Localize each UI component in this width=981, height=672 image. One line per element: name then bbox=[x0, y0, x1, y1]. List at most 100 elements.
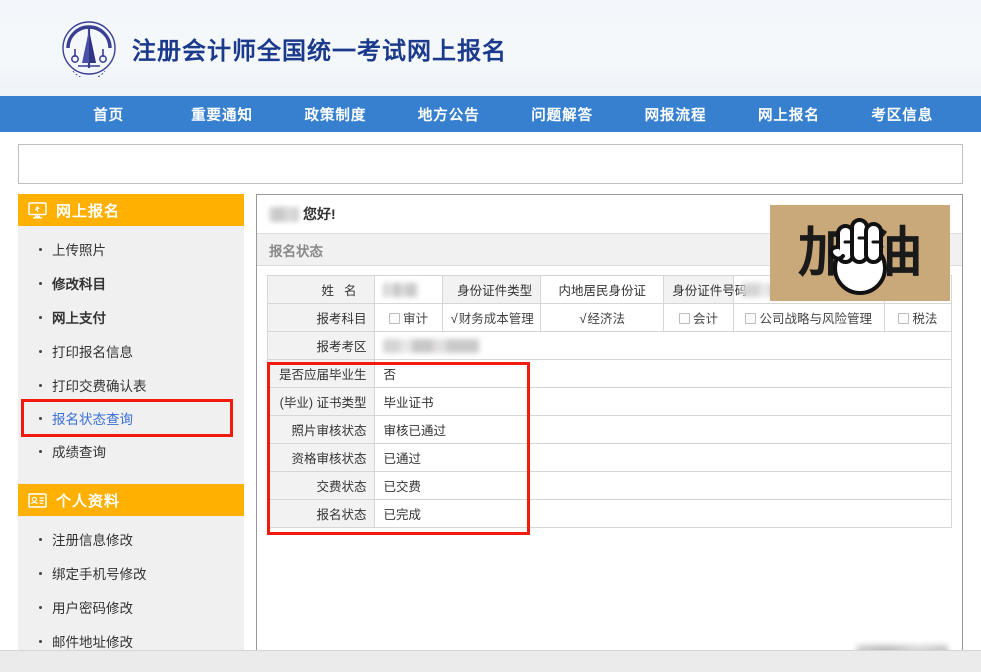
bullet-icon bbox=[39, 417, 42, 420]
redacted-name-value bbox=[383, 283, 417, 297]
subject-cell-corporate-strategy-risk[interactable]: 公司战略与风险管理 bbox=[733, 304, 884, 332]
sidebar-item-upload-photo[interactable]: 上传照片 bbox=[18, 232, 244, 266]
value-payment-status: 已交费 bbox=[375, 472, 952, 500]
bullet-icon bbox=[39, 282, 42, 285]
table-row-photo-review-status: 照片审核状态 审核已通过 bbox=[268, 416, 952, 444]
greeting-text: 您好! bbox=[303, 204, 336, 224]
bullet-icon bbox=[39, 640, 42, 643]
label-subjects: 报考科目 bbox=[268, 304, 375, 332]
label-registration-status: 报名状态 bbox=[268, 500, 375, 528]
bullet-icon bbox=[39, 350, 42, 353]
footer-strip bbox=[0, 650, 981, 672]
label-fresh-graduate: 是否应届毕业生 bbox=[268, 360, 375, 388]
sidebar-section-title: 个人资料 bbox=[56, 490, 120, 511]
nav-item-notices[interactable]: 重要通知 bbox=[165, 96, 278, 132]
check-mark-icon: √ bbox=[451, 311, 458, 326]
monitor-icon bbox=[28, 202, 47, 219]
sidebar-item-label: 绑定手机号修改 bbox=[52, 563, 147, 583]
sidebar-item-label: 修改科目 bbox=[52, 273, 106, 293]
sidebar-section-header-registration: 网上报名 bbox=[18, 194, 244, 226]
jiayou-sticker-overlay: 加油 bbox=[770, 205, 950, 301]
subject-cell-tax-law[interactable]: 税法 bbox=[884, 304, 951, 332]
nav-item-policies[interactable]: 政策制度 bbox=[279, 96, 392, 132]
sidebar-item-label: 打印交费确认表 bbox=[52, 375, 147, 395]
label-name: 姓名 bbox=[268, 276, 375, 304]
sidebar-item-label: 上传照片 bbox=[52, 239, 106, 259]
label-certificate-type: (毕业) 证书类型 bbox=[268, 388, 375, 416]
bullet-icon bbox=[39, 450, 42, 453]
bullet-icon bbox=[39, 248, 42, 251]
table-row-certificate-type: (毕业) 证书类型 毕业证书 bbox=[268, 388, 952, 416]
bullet-icon bbox=[39, 538, 42, 541]
sidebar: 网上报名 上传照片 修改科目 网上支付 打印报名信息 打印交费确认表 报名状态查… bbox=[18, 194, 244, 672]
label-qualification-review-status: 资格审核状态 bbox=[268, 444, 375, 472]
sidebar-divider bbox=[18, 472, 244, 484]
sidebar-item-label: 成绩查询 bbox=[52, 441, 106, 461]
page-title: 注册会计师全国统一考试网上报名 bbox=[132, 31, 507, 66]
sidebar-item-registration-status-query[interactable]: 报名状态查询 bbox=[24, 402, 230, 434]
registration-info-table: 姓名 身份证件类型 内地居民身份证 身份证件号码 bbox=[267, 275, 952, 528]
checkbox-unchecked-icon[interactable] bbox=[389, 313, 400, 324]
nav-item-faq[interactable]: 问题解答 bbox=[506, 96, 619, 132]
redacted-district-value bbox=[383, 339, 479, 353]
subject-cell-financial-cost-management[interactable]: √财务成本管理 bbox=[442, 304, 541, 332]
sidebar-item-print-registration-info[interactable]: 打印报名信息 bbox=[18, 334, 244, 368]
sidebar-item-label: 注册信息修改 bbox=[52, 529, 133, 549]
value-name bbox=[375, 276, 442, 304]
sidebar-item-label: 用户密码修改 bbox=[52, 597, 133, 617]
redacted-user-name bbox=[269, 207, 299, 222]
label-id-number: 身份证件号码 bbox=[664, 276, 733, 304]
checkbox-unchecked-icon[interactable] bbox=[898, 313, 909, 324]
table-row-payment-status: 交费状态 已交费 bbox=[268, 472, 952, 500]
sidebar-menu-profile: 注册信息修改 绑定手机号修改 用户密码修改 邮件地址修改 bbox=[18, 516, 244, 662]
table-row-fresh-graduate: 是否应届毕业生 否 bbox=[268, 360, 952, 388]
nav-item-process[interactable]: 网报流程 bbox=[619, 96, 732, 132]
site-header: 注册会计师全国统一考试网上报名 bbox=[0, 0, 981, 96]
section-title: 报名状态 bbox=[269, 240, 323, 260]
nav-item-local-announcements[interactable]: 地方公告 bbox=[392, 96, 505, 132]
sidebar-item-print-payment-confirmation[interactable]: 打印交费确认表 bbox=[18, 368, 244, 402]
label-exam-district: 报考考区 bbox=[268, 332, 375, 360]
sidebar-item-modify-password[interactable]: 用户密码修改 bbox=[18, 590, 244, 624]
nav-item-exam-zone-info[interactable]: 考区信息 bbox=[846, 96, 959, 132]
label-id-type: 身份证件类型 bbox=[442, 276, 541, 304]
value-id-type: 内地居民身份证 bbox=[541, 276, 664, 304]
check-mark-icon: √ bbox=[579, 311, 586, 326]
checkbox-unchecked-icon[interactable] bbox=[679, 313, 690, 324]
label-payment-status: 交费状态 bbox=[268, 472, 375, 500]
sidebar-item-label: 网上支付 bbox=[52, 307, 106, 327]
table-row-exam-district: 报考考区 bbox=[268, 332, 952, 360]
main-navigation: 首页 重要通知 政策制度 地方公告 问题解答 网报流程 网上报名 考区信息 bbox=[0, 96, 981, 132]
bullet-icon bbox=[39, 572, 42, 575]
sidebar-section-title: 网上报名 bbox=[56, 200, 120, 221]
label-photo-review-status: 照片审核状态 bbox=[268, 416, 375, 444]
value-qualification-review-status: 已通过 bbox=[375, 444, 952, 472]
table-row-qualification-review-status: 资格审核状态 已通过 bbox=[268, 444, 952, 472]
bullet-icon bbox=[39, 316, 42, 319]
subject-cell-audit[interactable]: 审计 bbox=[375, 304, 442, 332]
value-fresh-graduate: 否 bbox=[375, 360, 952, 388]
bullet-icon bbox=[39, 606, 42, 609]
sidebar-item-modify-registration-info[interactable]: 注册信息修改 bbox=[18, 522, 244, 556]
value-photo-review-status: 审核已通过 bbox=[375, 416, 952, 444]
cpa-emblem-icon bbox=[60, 19, 118, 77]
checkbox-unchecked-icon[interactable] bbox=[745, 313, 756, 324]
value-exam-district bbox=[375, 332, 952, 360]
nav-item-home[interactable]: 首页 bbox=[52, 96, 165, 132]
sidebar-item-label: 邮件地址修改 bbox=[52, 631, 133, 651]
value-certificate-type: 毕业证书 bbox=[375, 388, 952, 416]
table-row-registration-status: 报名状态 已完成 bbox=[268, 500, 952, 528]
id-card-icon bbox=[28, 492, 47, 509]
subject-cell-accounting[interactable]: 会计 bbox=[664, 304, 733, 332]
notice-bar bbox=[18, 144, 963, 184]
bullet-icon bbox=[39, 384, 42, 387]
subject-cell-economic-law[interactable]: √经济法 bbox=[541, 304, 664, 332]
nav-item-online-registration[interactable]: 网上报名 bbox=[732, 96, 845, 132]
sidebar-item-modify-phone[interactable]: 绑定手机号修改 bbox=[18, 556, 244, 590]
sidebar-item-label: 报名状态查询 bbox=[52, 408, 133, 428]
table-row-subjects: 报考科目 审计 √财务成本管理 √经济法 会计 bbox=[268, 304, 952, 332]
sidebar-item-modify-subjects[interactable]: 修改科目 bbox=[18, 266, 244, 300]
sidebar-item-online-payment[interactable]: 网上支付 bbox=[18, 300, 244, 334]
value-registration-status: 已完成 bbox=[375, 500, 952, 528]
sidebar-item-score-query[interactable]: 成绩查询 bbox=[18, 434, 244, 468]
